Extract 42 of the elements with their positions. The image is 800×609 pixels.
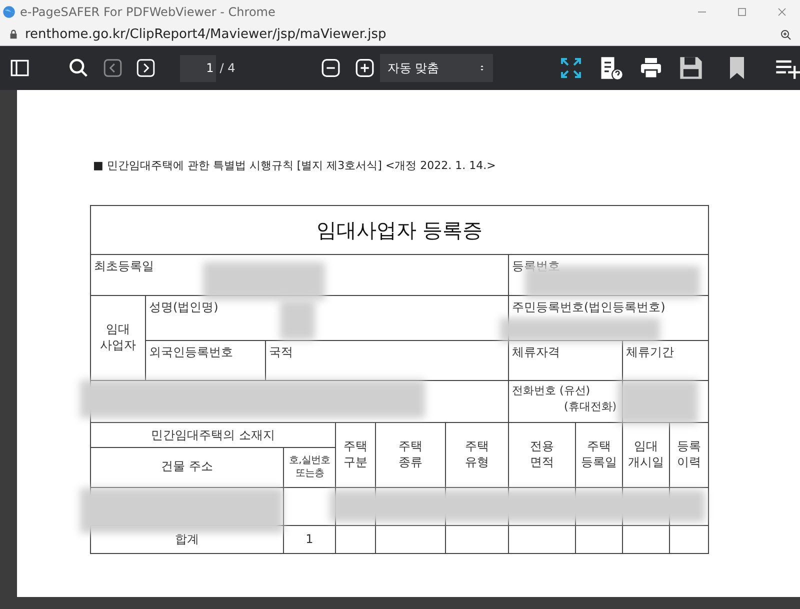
form-label: 체류자격	[512, 344, 560, 360]
form-label: 전화번호 (유선)	[512, 382, 590, 398]
column-header: 등록 이력	[677, 438, 702, 470]
form-label: 성명(법인명)	[149, 298, 218, 316]
form-label: 임대 사업자	[100, 322, 136, 354]
column-header: 전용 면적	[530, 438, 554, 470]
page-total: / 4	[220, 60, 236, 77]
column-header: 건물 주소	[161, 459, 213, 475]
certificate-title: 임대사업자 등록증	[316, 216, 483, 244]
form-label: 등록번호	[512, 258, 560, 274]
print-icon[interactable]	[638, 56, 663, 80]
form-label: 주민등록번호(법인등록번호)	[512, 298, 666, 316]
zoom-out-icon[interactable]	[321, 57, 341, 79]
zoom-select[interactable]: 자동 맞춤	[380, 54, 493, 82]
column-header: 주택 종류	[398, 438, 422, 470]
column-header: 주택 등록일	[581, 438, 617, 470]
lock-icon	[8, 29, 19, 40]
save-icon[interactable]	[678, 55, 704, 81]
zoom-icon[interactable]	[780, 28, 792, 40]
form-label: (휴대전화)	[564, 399, 617, 415]
form-label: 체류기간	[626, 344, 674, 360]
column-header: 호,실번호 또는층	[289, 454, 330, 480]
sidebar-toggle-icon[interactable]	[10, 57, 30, 79]
column-header: 주택 구분	[344, 438, 368, 470]
column-header: 주택 유형	[465, 438, 489, 470]
form-label: 최초등록일	[94, 258, 154, 274]
total-label: 합계	[175, 531, 199, 548]
page-number-field[interactable]: 1	[180, 54, 216, 82]
form-label: 국적	[269, 344, 293, 360]
window-title: e-PageSAFER For PDFWebViewer - Chrome	[20, 4, 276, 21]
total-count: 1	[306, 531, 314, 548]
zoom-in-icon[interactable]	[354, 57, 374, 79]
next-page-button[interactable]	[136, 57, 156, 79]
url-text: renthome.go.kr/ClipReport4/Maviewer/jsp/maViewer.jsp	[25, 26, 386, 44]
column-header: 임대 개시일	[628, 438, 664, 470]
close-icon[interactable]	[776, 6, 788, 18]
fullscreen-icon[interactable]	[558, 56, 583, 80]
form-label: 외국인등록번호	[149, 344, 233, 360]
maximize-icon[interactable]	[736, 6, 748, 18]
form-header-note: ■ 민간임대주택에 관한 특별법 시행규칙 [별지 제3호서식] <개정 2022. 1. 14.>	[93, 158, 497, 174]
form-label: 민간임대주택의 소재지	[151, 426, 275, 444]
globe-icon	[2, 5, 16, 19]
